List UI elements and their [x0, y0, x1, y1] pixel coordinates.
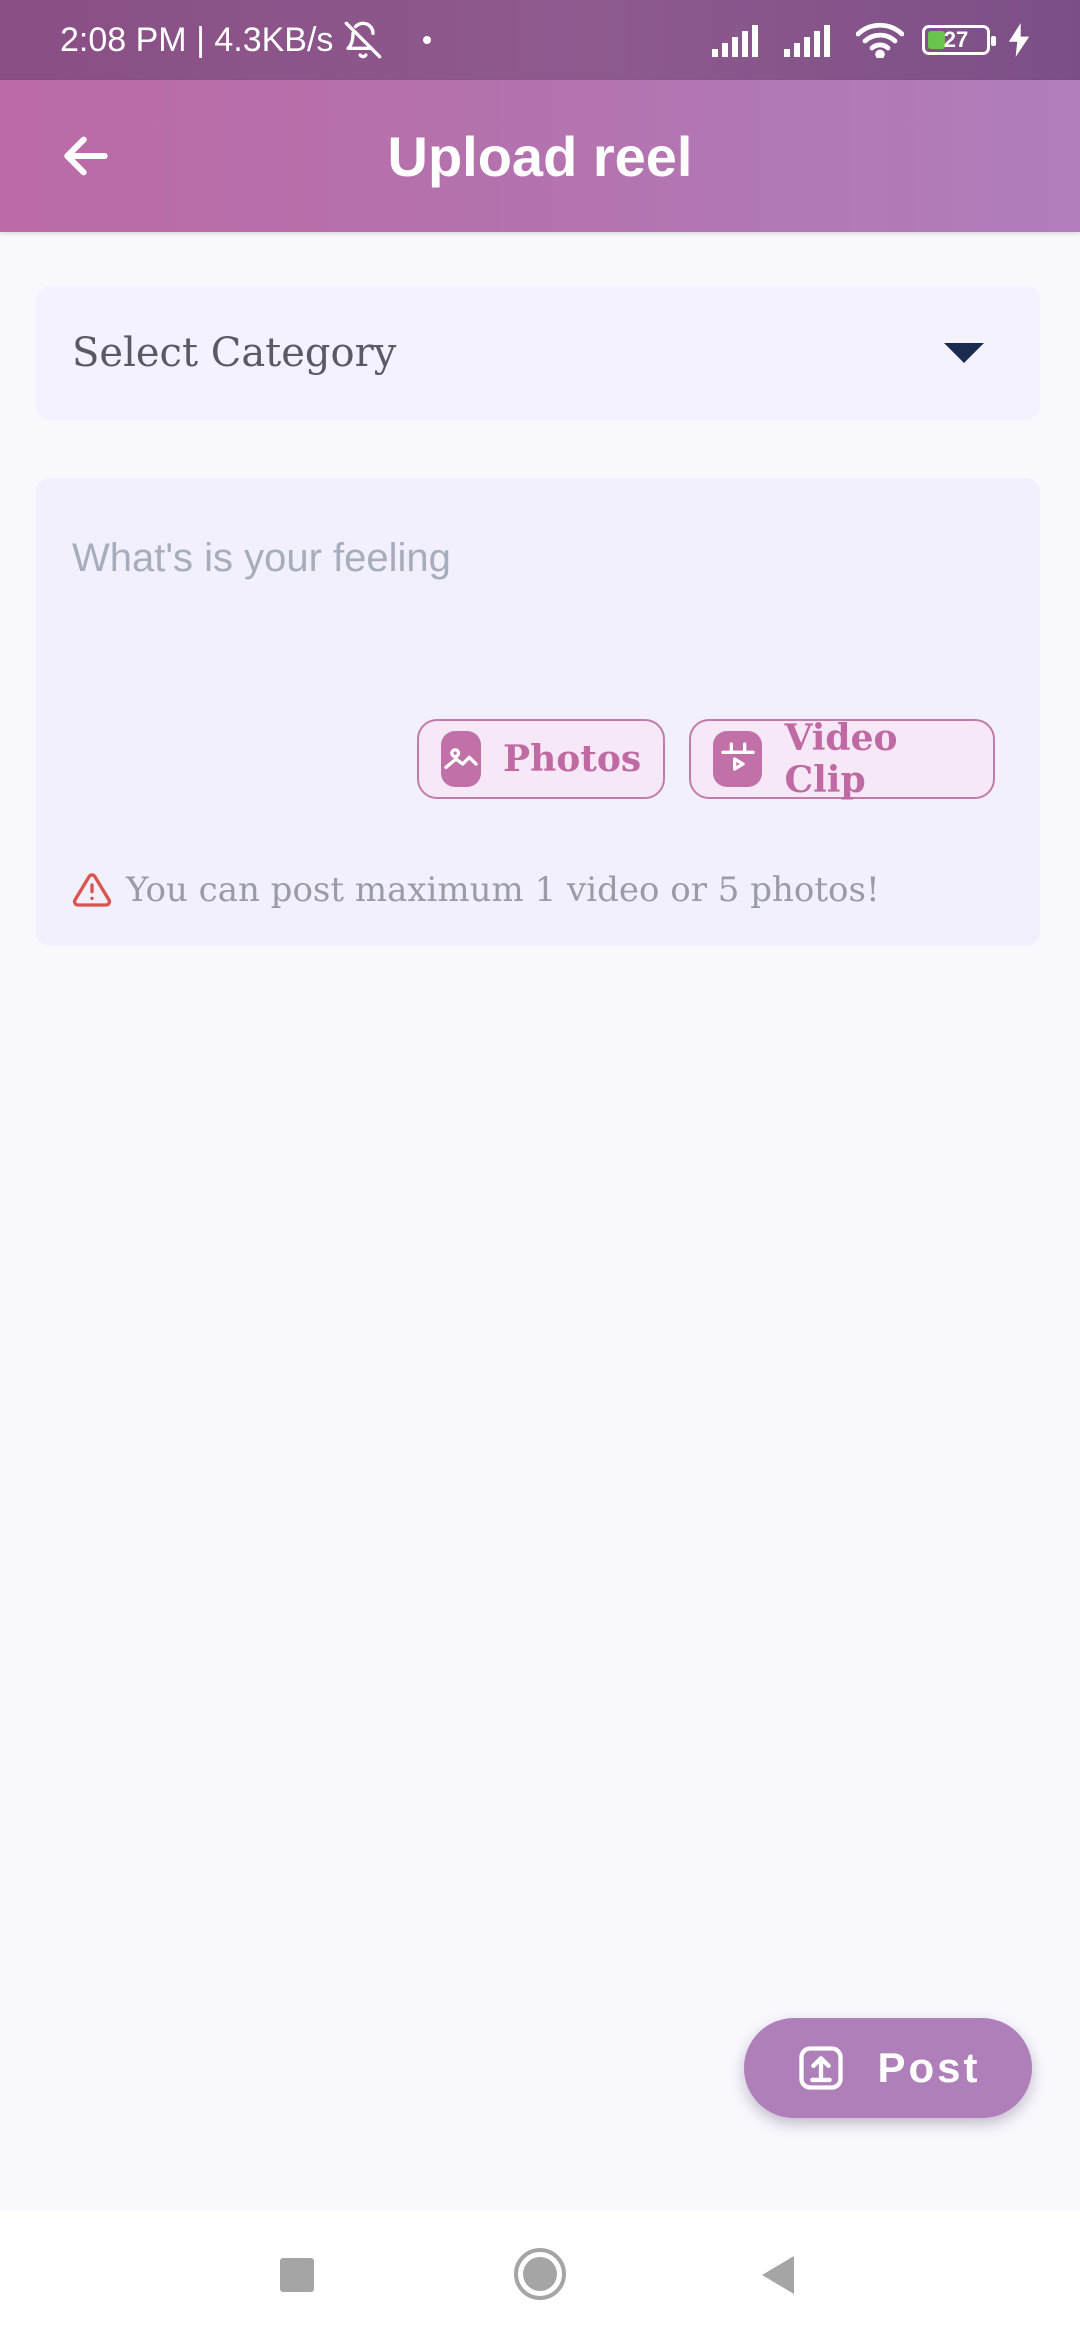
back-button[interactable]: [50, 120, 122, 192]
upload-limit-notice: You can post maximum 1 video or 5 photos…: [72, 870, 880, 910]
category-dropdown[interactable]: Select Category: [36, 286, 1040, 420]
post-button-label: Post: [877, 2044, 981, 2091]
bell-off-icon: [343, 20, 383, 60]
caret-down-icon: [944, 343, 984, 363]
image-icon: [441, 731, 481, 787]
photos-button[interactable]: Photos: [417, 719, 665, 799]
status-bar: 2:08 PM | 4.3KB/s 27: [0, 0, 1080, 80]
warning-icon: [72, 873, 112, 907]
post-button[interactable]: Post: [744, 2018, 1032, 2118]
arrow-left-icon: [64, 136, 108, 176]
category-selected-value: Select Category: [72, 330, 397, 376]
battery-icon: 27: [922, 25, 996, 55]
charging-icon: [1008, 23, 1030, 57]
signal-icon: [712, 23, 766, 57]
home-circle-icon[interactable]: [514, 2248, 566, 2300]
post-composer: Photos Video Clip You can post maximum 1…: [36, 478, 1040, 946]
signal-icon: [784, 23, 838, 57]
notification-dot: [423, 36, 432, 44]
status-right: 27: [712, 22, 1030, 58]
video-clip-button[interactable]: Video Clip: [689, 717, 995, 801]
status-left: 2:08 PM | 4.3KB/s: [60, 20, 432, 60]
upload-icon: [799, 2046, 844, 2090]
status-time-speed: 2:08 PM | 4.3KB/s: [60, 20, 334, 59]
app-bar: Upload reel: [0, 80, 1080, 232]
upload-limit-text: You can post maximum 1 video or 5 photos…: [126, 870, 880, 910]
system-nav-bar: [0, 2210, 1080, 2340]
photos-label: Photos: [503, 738, 642, 780]
recents-square-icon[interactable]: [280, 2258, 314, 2292]
home-circle-inner: [523, 2257, 557, 2291]
feeling-input[interactable]: [72, 518, 1002, 598]
page-title: Upload reel: [387, 124, 693, 188]
battery-level: 27: [943, 27, 969, 52]
back-triangle-icon[interactable]: [762, 2256, 794, 2294]
wifi-icon: [856, 22, 904, 58]
upload-reel-screen: 2:08 PM | 4.3KB/s 27 Upload reel Select …: [0, 0, 1080, 2340]
video-clip-icon: [713, 731, 763, 787]
battery-fill: [928, 31, 945, 49]
video-clip-label: Video Clip: [784, 717, 898, 801]
